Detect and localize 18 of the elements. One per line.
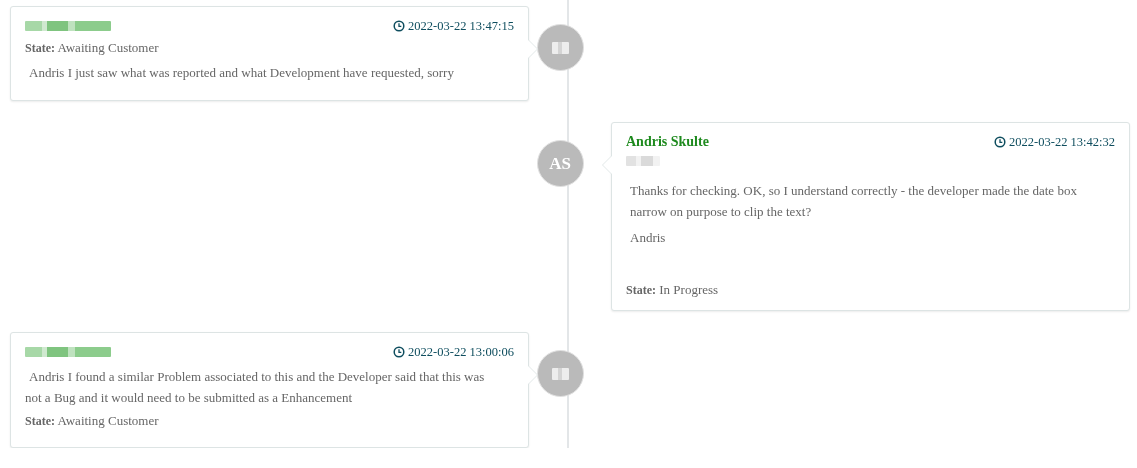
redacted-initials bbox=[551, 367, 569, 380]
avatar: AS bbox=[536, 140, 584, 187]
redacted-initials bbox=[551, 41, 569, 54]
comment-text: Andris bbox=[629, 229, 667, 247]
comment-text: Andris I found a similar Problem associated to this and the Developer said that this was not a Bug and it would need to be submitted as a Enhancement bbox=[25, 368, 486, 407]
author-name: Andris Skulte bbox=[626, 134, 709, 150]
timestamp: 2022-03-22 13:42:32 bbox=[1009, 134, 1115, 150]
timestamp: 2022-03-22 13:00:06 bbox=[408, 344, 514, 360]
state-text: State: Awaiting Customer bbox=[25, 413, 160, 429]
comment-text: Andris I just saw what was reported and what Development have requested, sorry bbox=[28, 64, 455, 82]
timestamp: 2022-03-22 13:47:15 bbox=[408, 18, 514, 34]
redacted-text bbox=[626, 156, 660, 166]
state-text: State: In Progress bbox=[626, 282, 720, 298]
comment-text: Thanks for checking. OK, so I understand correctly - the developer made the date box narrow on purpose to clip the text? bbox=[629, 182, 1078, 221]
clock-icon bbox=[994, 136, 1007, 148]
state-text: State: Awaiting Customer bbox=[25, 40, 160, 56]
clock-icon bbox=[393, 346, 406, 358]
clock-icon bbox=[393, 20, 406, 32]
